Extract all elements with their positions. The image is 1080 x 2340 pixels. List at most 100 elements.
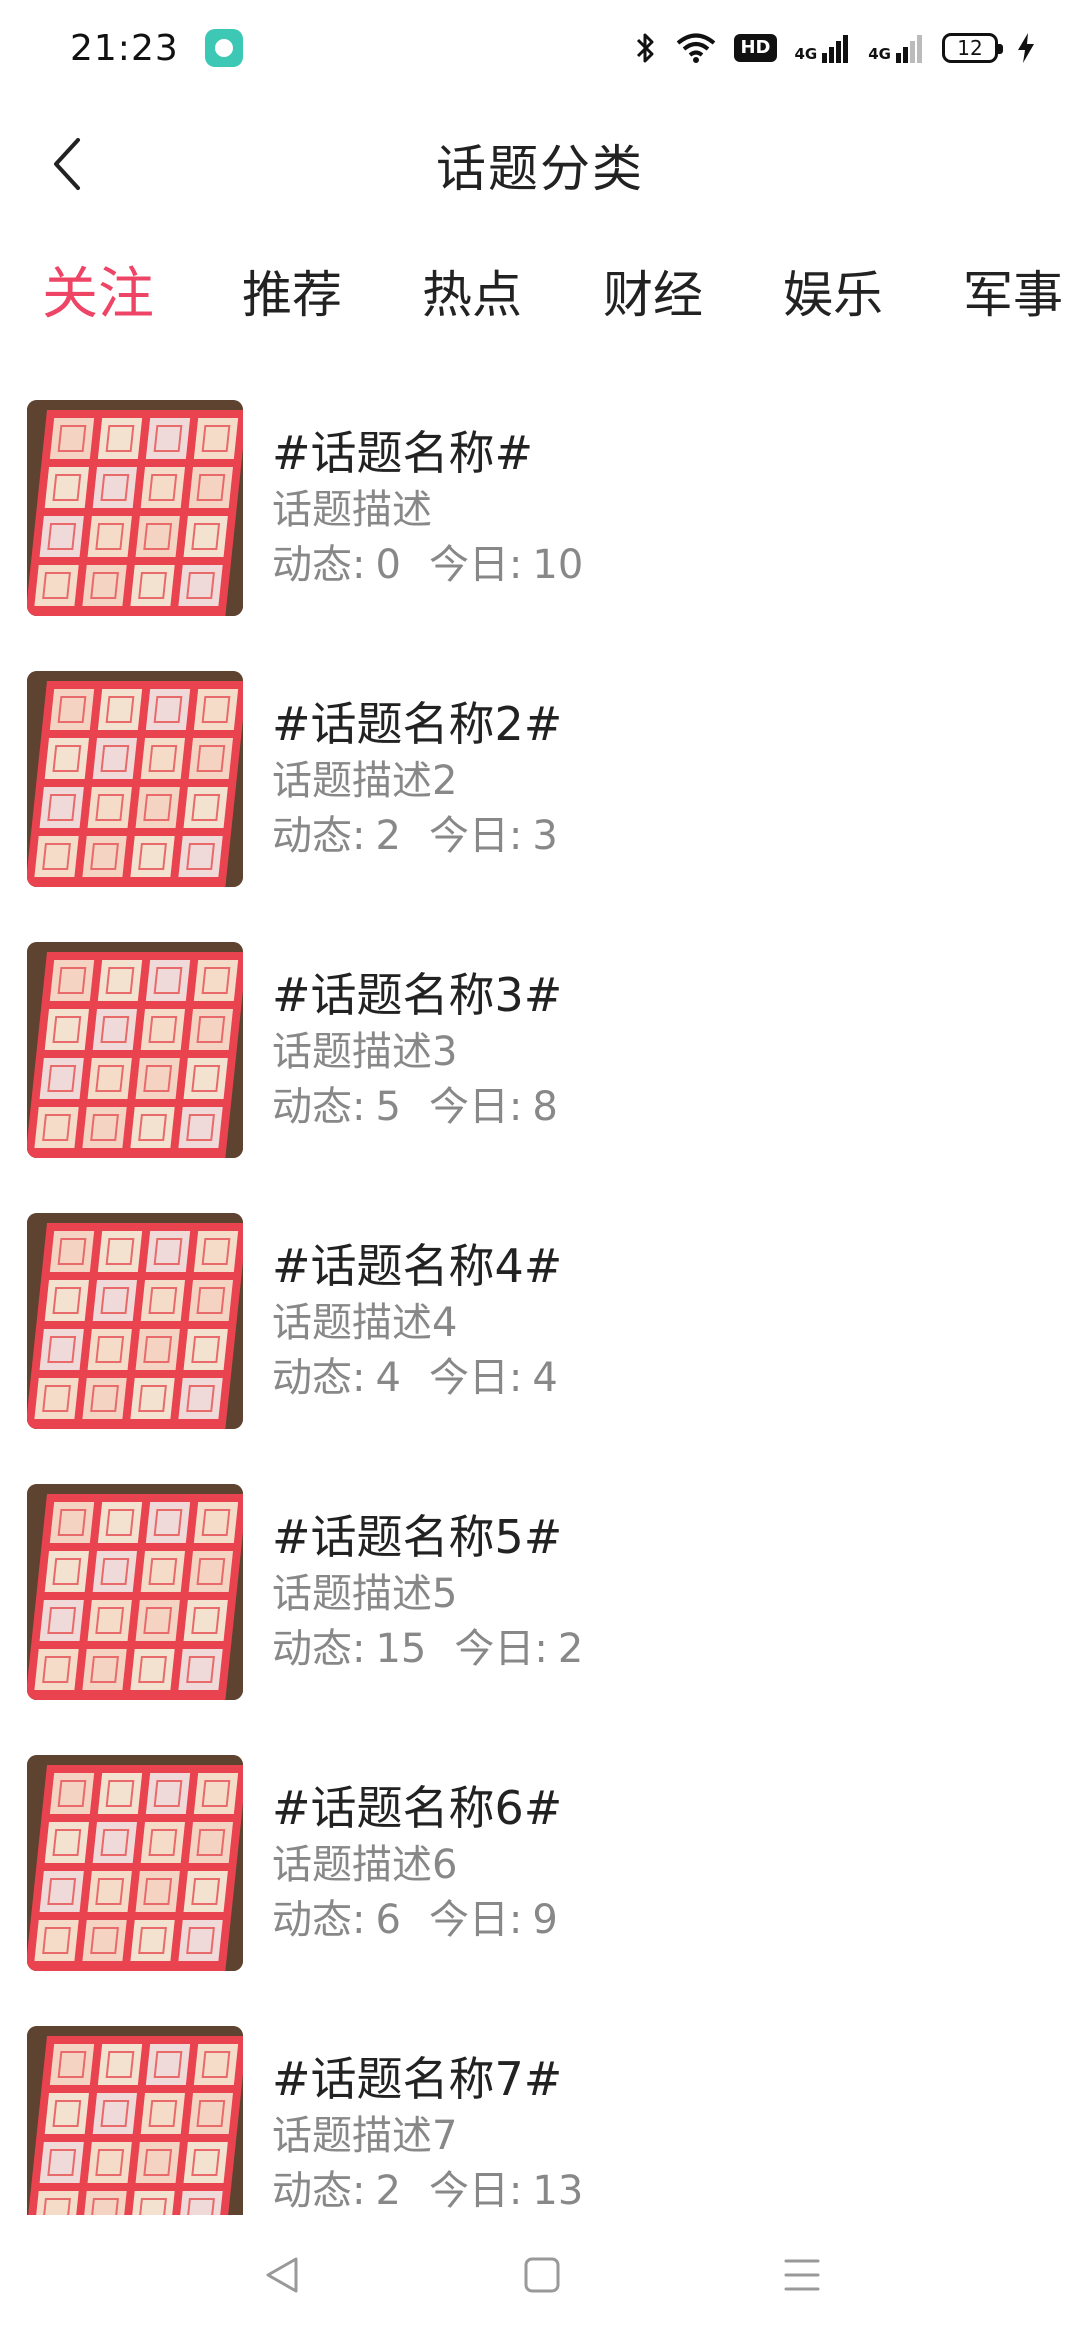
today-count: 13 [532, 2168, 584, 2214]
signal-icon: 4G [795, 33, 851, 63]
dynamic-count: 2 [375, 2168, 401, 2214]
topic-stats: 动态: 0 今日: 10 [272, 538, 1032, 592]
topic-stats: 动态: 5 今日: 8 [272, 1080, 1032, 1134]
nav-menu-button[interactable] [770, 2243, 834, 2307]
dynamic-count: 0 [375, 542, 401, 588]
topic-description: 话题描述5 [272, 1571, 458, 1617]
topic-item[interactable]: #话题名称4# 话题描述4 动态: 4 今日: 4 [0, 1213, 1080, 1429]
topic-text: #话题名称4# 话题描述4 动态: 4 今日: 4 [272, 1237, 1032, 1405]
dynamic-count: 4 [375, 1355, 401, 1401]
topic-list: #话题名称# 话题描述 动态: 0 今日: 10 #话题名称2# 话题描述2 动态: 2 今日: 3 #… [0, 400, 1080, 2215]
charging-icon [1018, 33, 1034, 63]
topic-item[interactable]: #话题名称7# 话题描述7 动态: 2 今日: 13 [0, 2026, 1080, 2215]
wifi-icon [677, 33, 716, 63]
topic-stats: 动态: 15 今日: 2 [272, 1622, 1032, 1676]
battery-icon: 12 [942, 33, 1003, 63]
today-label: 今日: [428, 2168, 523, 2214]
network-type-label: 4G [794, 45, 818, 63]
battery-level: 12 [957, 36, 983, 60]
today-count: 9 [532, 1897, 558, 1943]
topic-text: #话题名称# 话题描述 动态: 0 今日: 10 [272, 424, 1032, 592]
system-nav-bar [0, 2215, 1080, 2340]
square-home-icon [524, 2257, 560, 2293]
hd-badge: HD [734, 34, 777, 62]
topic-text: #话题名称5# 话题描述5 动态: 15 今日: 2 [272, 1508, 1032, 1676]
topic-text: #话题名称7# 话题描述7 动态: 2 今日: 13 [272, 2050, 1032, 2215]
triangle-back-icon [266, 2257, 298, 2293]
topic-stats: 动态: 4 今日: 4 [272, 1351, 1032, 1405]
dynamic-count: 6 [375, 1897, 401, 1943]
topic-thumbnail [27, 1213, 243, 1429]
status-left: 21:23 [70, 28, 243, 69]
today-label: 今日: [428, 1355, 523, 1401]
today-label: 今日: [428, 1084, 523, 1130]
dynamic-label: 动态: [272, 1897, 366, 1943]
tab-finance[interactable]: 财经 [603, 250, 703, 340]
nav-back-button[interactable] [250, 2243, 314, 2307]
signal-icon-2: 4G [868, 33, 924, 63]
today-count: 8 [532, 1084, 558, 1130]
today-count: 10 [532, 542, 584, 588]
dynamic-count: 15 [375, 1626, 427, 1672]
tab-entertainment[interactable]: 娱乐 [783, 250, 883, 340]
page-title: 话题分类 [436, 140, 644, 198]
network-type-label-2: 4G [868, 45, 891, 63]
bluetooth-icon [637, 33, 654, 63]
status-right: HD 4G 4G 12 [634, 31, 1036, 65]
nav-home-button[interactable] [510, 2243, 574, 2307]
topic-name: #话题名称5# [272, 1510, 563, 1564]
topic-thumbnail [27, 1755, 243, 1971]
dynamic-label: 动态: [272, 2168, 366, 2214]
topic-thumbnail [27, 2026, 243, 2215]
back-button[interactable] [36, 132, 100, 196]
topic-name: #话题名称7# [272, 2052, 563, 2106]
topic-name: #话题名称6# [272, 1781, 563, 1835]
topic-stats: 动态: 2 今日: 13 [272, 2164, 1032, 2215]
dynamic-label: 动态: [272, 1626, 366, 1672]
category-tabs: 关注 推荐 热点 财经 娱乐 军事 [0, 250, 1080, 340]
topic-text: #话题名称3# 话题描述3 动态: 5 今日: 8 [272, 966, 1032, 1134]
status-bar: 21:23 HD 4G 4G 12 [0, 0, 1080, 96]
topic-item[interactable]: #话题名称5# 话题描述5 动态: 15 今日: 2 [0, 1484, 1080, 1700]
topic-description: 话题描述7 [272, 2113, 458, 2159]
today-label: 今日: [428, 1897, 523, 1943]
dynamic-label: 动态: [272, 813, 366, 859]
today-count: 3 [532, 813, 558, 859]
topic-item[interactable]: #话题名称2# 话题描述2 动态: 2 今日: 3 [0, 671, 1080, 887]
dynamic-label: 动态: [272, 542, 366, 588]
topic-item[interactable]: #话题名称# 话题描述 动态: 0 今日: 10 [0, 400, 1080, 616]
topic-text: #话题名称6# 话题描述6 动态: 6 今日: 9 [272, 1779, 1032, 1947]
today-label: 今日: [454, 1626, 548, 1672]
topic-item[interactable]: #话题名称3# 话题描述3 动态: 5 今日: 8 [0, 942, 1080, 1158]
today-count: 2 [557, 1626, 584, 1672]
today-label: 今日: [428, 542, 523, 588]
topic-name: #话题名称2# [272, 697, 563, 751]
topic-stats: 动态: 6 今日: 9 [272, 1893, 1032, 1947]
today-label: 今日: [428, 813, 523, 859]
header: 话题分类 [0, 110, 1080, 220]
topic-name: #话题名称3# [272, 968, 563, 1022]
topic-description: 话题描述 [272, 487, 432, 533]
topic-description: 话题描述6 [272, 1842, 458, 1888]
topic-thumbnail [27, 671, 243, 887]
status-time: 21:23 [70, 27, 179, 69]
topic-text: #话题名称2# 话题描述2 动态: 2 今日: 3 [272, 695, 1032, 863]
topic-thumbnail [27, 1484, 243, 1700]
topic-item[interactable]: #话题名称6# 话题描述6 动态: 6 今日: 9 [0, 1755, 1080, 1971]
topic-thumbnail [27, 942, 243, 1158]
dynamic-count: 5 [375, 1084, 401, 1130]
topic-description: 话题描述2 [272, 758, 458, 804]
tab-recommend[interactable]: 推荐 [242, 250, 342, 340]
topic-thumbnail [27, 400, 243, 616]
topic-stats: 动态: 2 今日: 3 [272, 809, 1032, 863]
dynamic-label: 动态: [272, 1355, 366, 1401]
topic-name: #话题名称4# [272, 1239, 563, 1293]
tab-hot[interactable]: 热点 [422, 250, 522, 340]
topic-description: 话题描述4 [272, 1300, 458, 1346]
dynamic-label: 动态: [272, 1084, 366, 1130]
chevron-left-icon [54, 138, 80, 190]
dynamic-count: 2 [375, 813, 401, 859]
screen: 21:23 HD 4G 4G 12 话题分类 关注 推荐 热点 财经 娱乐 军事… [0, 0, 1080, 2340]
tab-military[interactable]: 军事 [963, 250, 1063, 340]
tab-follow[interactable]: 关注 [42, 250, 154, 340]
